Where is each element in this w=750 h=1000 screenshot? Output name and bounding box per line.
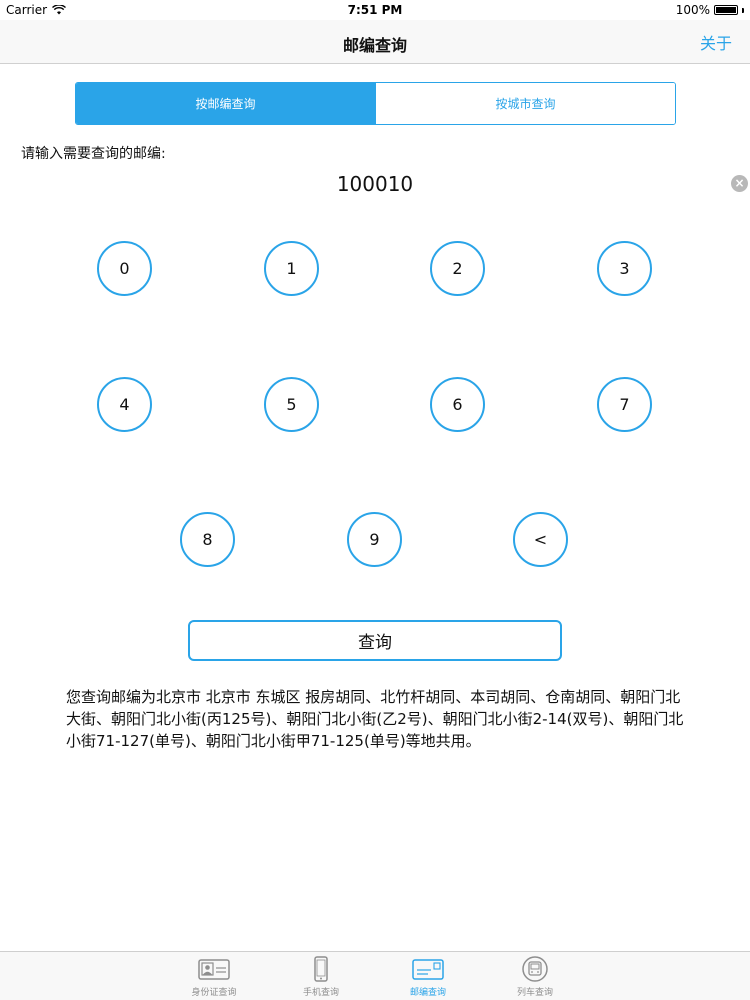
query-button[interactable]: 查询: [188, 620, 562, 661]
key-1[interactable]: 1: [264, 241, 319, 296]
battery-percent: 100%: [675, 3, 710, 17]
tab-id-card-label: 身份证查询: [191, 988, 237, 998]
status-bar: Carrier 7:51 PM 100%: [0, 0, 750, 20]
key-5[interactable]: 5: [264, 377, 319, 432]
about-button[interactable]: 关于: [700, 30, 732, 54]
result-text: 您查询邮编为北京市 北京市 东城区 报房胡同、北竹杆胡同、本司胡同、仓南胡同、朝…: [66, 688, 684, 750]
segment-by-postcode[interactable]: 按邮编查询: [76, 83, 375, 124]
key-4[interactable]: 4: [97, 377, 152, 432]
key-0[interactable]: 0: [97, 241, 152, 296]
status-time: 7:51 PM: [347, 3, 403, 17]
key-8[interactable]: 8: [180, 512, 235, 567]
key-7[interactable]: 7: [597, 377, 652, 432]
tab-phone[interactable]: 手机查询: [276, 955, 366, 999]
navigation-bar: 邮编查询 关于: [0, 20, 750, 64]
postcode-input[interactable]: 100010: [0, 172, 750, 196]
postcode-icon: [412, 959, 444, 980]
battery-icon: [714, 5, 738, 15]
key-3[interactable]: 3: [597, 241, 652, 296]
screen: Carrier 7:51 PM 100% 邮编查询 关于 按邮编查询 按城市查询…: [0, 0, 750, 1000]
segment-by-city[interactable]: 按城市查询: [375, 83, 675, 124]
tab-train[interactable]: 列车查询: [490, 955, 580, 999]
key-9[interactable]: 9: [347, 512, 402, 567]
page-title: 邮编查询: [342, 36, 407, 55]
phone-icon: [314, 956, 328, 982]
id-card-icon: [198, 959, 230, 980]
tab-postcode-label: 邮编查询: [409, 988, 446, 998]
clear-icon[interactable]: ×: [731, 175, 748, 192]
tab-id-card[interactable]: 身份证查询: [169, 955, 259, 999]
battery-fill: [716, 7, 736, 13]
key-6[interactable]: 6: [430, 377, 485, 432]
tab-postcode[interactable]: 邮编查询: [383, 955, 473, 999]
tab-train-label: 列车查询: [516, 988, 553, 998]
train-icon: [522, 956, 548, 982]
key-backspace[interactable]: <: [513, 512, 568, 567]
query-mode-segmented-control: 按邮编查询 按城市查询: [75, 82, 676, 125]
tab-phone-label: 手机查询: [302, 988, 339, 998]
postcode-prompt: 请输入需要查询的邮编:: [21, 146, 166, 162]
tab-bar: 身份证查询 手机查询 邮编查询 列车查询: [0, 951, 750, 1000]
key-2[interactable]: 2: [430, 241, 485, 296]
battery-tip: [742, 7, 744, 13]
